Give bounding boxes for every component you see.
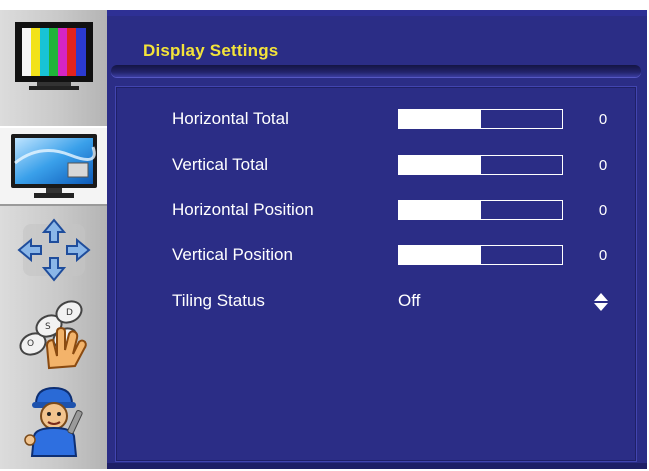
slider-fill: [399, 110, 481, 128]
setting-label-tiling-status: Tiling Status: [172, 291, 265, 310]
title-divider: [111, 65, 641, 77]
slider-fill: [399, 246, 481, 264]
up-down-arrow-icon[interactable]: [593, 292, 609, 312]
slider-vertical-position[interactable]: [398, 245, 563, 265]
sidebar: O S D: [0, 10, 107, 469]
sidebar-item-position[interactable]: [0, 210, 107, 290]
value-vertical-position: 0: [598, 247, 608, 264]
panel-bottom-border: [107, 463, 647, 469]
sidebar-item-service[interactable]: [0, 380, 107, 460]
color-bars-icon: [14, 22, 93, 90]
sidebar-item-osd[interactable]: O S D: [0, 294, 107, 374]
sidebar-item-picture[interactable]: [0, 16, 107, 96]
setting-label-vertical-total: Vertical Total: [172, 155, 269, 174]
slider-horizontal-total[interactable]: [398, 109, 563, 129]
page-title: Display Settings: [143, 41, 279, 60]
technician-icon: [23, 386, 83, 457]
arrows-position-icon: [16, 218, 91, 282]
settings-area: [115, 86, 637, 462]
tiling-status-value[interactable]: Off: [398, 291, 420, 311]
display-settings-panel: Display Settings Horizontal Total 0 Vert…: [107, 10, 647, 469]
slider-fill: [399, 201, 481, 219]
setting-label-vertical-position: Vertical Position: [172, 245, 293, 264]
slider-horizontal-position[interactable]: [398, 200, 563, 220]
slider-fill: [399, 156, 481, 174]
value-vertical-total: 0: [598, 157, 608, 174]
svg-text:D: D: [66, 308, 73, 318]
svg-text:O: O: [27, 339, 34, 349]
sidebar-item-display[interactable]: [0, 126, 107, 206]
value-horizontal-total: 0: [598, 111, 608, 128]
value-horizontal-position: 0: [598, 202, 608, 219]
monitor-icon: [10, 134, 97, 198]
setting-label-horizontal-position: Horizontal Position: [172, 200, 314, 219]
keypad-hand-icon: O S D: [18, 300, 87, 370]
slider-vertical-total[interactable]: [398, 155, 563, 175]
setting-label-horizontal-total: Horizontal Total: [172, 109, 289, 128]
svg-text:S: S: [45, 322, 51, 332]
